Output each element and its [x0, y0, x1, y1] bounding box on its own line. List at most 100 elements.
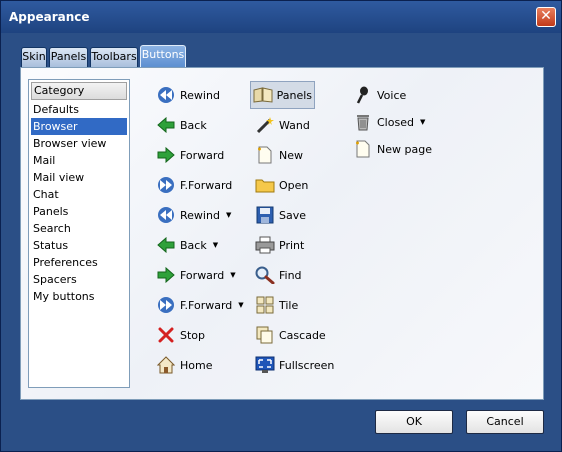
- printer-icon: [254, 234, 276, 256]
- tab-label: Skin: [22, 50, 46, 63]
- tab-panels[interactable]: Panels: [49, 47, 88, 67]
- window-title: Appearance: [9, 10, 90, 24]
- close-button[interactable]: ✕: [536, 7, 556, 27]
- rewind-icon: [155, 84, 177, 106]
- button-label: Find: [279, 268, 302, 282]
- category-item-spacers[interactable]: Spacers: [31, 271, 127, 288]
- button-label: Save: [279, 208, 307, 222]
- category-item-preferences[interactable]: Preferences: [31, 254, 127, 271]
- fast-forward-icon: [155, 174, 177, 196]
- cascade-icon: [254, 324, 276, 346]
- toolbar-button-wand[interactable]: Wand: [254, 112, 310, 138]
- button-label: F.Forward: [180, 298, 233, 312]
- toolbar-button-fast-forward-menu[interactable]: F.Forward ▼: [155, 292, 244, 318]
- title-bar[interactable]: Appearance ✕: [1, 1, 561, 33]
- button-label: Closed: [377, 115, 414, 129]
- tab-label: Panels: [50, 50, 87, 63]
- category-header[interactable]: Category: [31, 82, 127, 100]
- category-item-status[interactable]: Status: [31, 237, 127, 254]
- button-label: New: [279, 148, 303, 162]
- toolbar-button-save[interactable]: Save: [254, 202, 306, 228]
- close-icon: ✕: [540, 8, 552, 24]
- category-item-browser[interactable]: Browser: [31, 118, 127, 135]
- toolbar-button-panels[interactable]: Panels: [250, 81, 315, 109]
- button-label: Wand: [279, 118, 310, 132]
- forward-arrow-icon: [155, 264, 177, 286]
- category-item-panels[interactable]: Panels: [31, 203, 127, 220]
- tab-skin[interactable]: Skin: [21, 47, 47, 67]
- new-page-icon: [254, 144, 276, 166]
- appearance-dialog: Appearance ✕ Skin Panels Toolbars Button…: [0, 0, 562, 452]
- rewind-icon: [155, 204, 177, 226]
- category-item-chat[interactable]: Chat: [31, 186, 127, 203]
- toolbar-button-cascade[interactable]: Cascade: [254, 322, 326, 348]
- folder-icon: [254, 174, 276, 196]
- button-label: Back: [180, 118, 207, 132]
- toolbar-button-tile[interactable]: Tile: [254, 292, 298, 318]
- toolbar-button-rewind[interactable]: Rewind: [155, 82, 220, 108]
- back-arrow-icon: [155, 234, 177, 256]
- chevron-down-icon: ▼: [238, 301, 244, 309]
- toolbar-button-new-page[interactable]: New page: [352, 136, 432, 162]
- toolbar-button-back[interactable]: Back: [155, 112, 207, 138]
- category-list[interactable]: Category Defaults Browser Browser view M…: [28, 79, 130, 388]
- button-label: Forward: [180, 148, 225, 162]
- toolbar-button-closed[interactable]: Closed ▼: [352, 109, 425, 135]
- toolbar-button-voice[interactable]: Voice: [352, 82, 406, 108]
- cancel-button[interactable]: Cancel: [466, 410, 544, 434]
- toolbar-button-stop[interactable]: Stop: [155, 322, 205, 348]
- category-item-defaults[interactable]: Defaults: [31, 101, 127, 118]
- toolbar-button-find[interactable]: Find: [254, 262, 302, 288]
- ok-button[interactable]: OK: [375, 410, 453, 434]
- toolbar-button-back-menu[interactable]: Back ▼: [155, 232, 218, 258]
- tab-toolbars[interactable]: Toolbars: [90, 47, 138, 67]
- button-label: Open: [279, 178, 309, 192]
- button-label: Cascade: [279, 328, 326, 342]
- chevron-down-icon: ▼: [419, 118, 426, 126]
- category-item-browser-view[interactable]: Browser view: [31, 135, 127, 152]
- toolbar-button-fullscreen[interactable]: Fullscreen: [254, 352, 334, 378]
- home-icon: [155, 354, 177, 376]
- category-item-mail[interactable]: Mail: [31, 152, 127, 169]
- floppy-icon: [254, 204, 276, 226]
- fast-forward-icon: [155, 294, 177, 316]
- button-label: Voice: [377, 88, 407, 102]
- chevron-down-icon: ▼: [212, 241, 219, 249]
- toolbar-button-open[interactable]: Open: [254, 172, 308, 198]
- toolbar-button-home[interactable]: Home: [155, 352, 212, 378]
- chevron-down-icon: ▼: [230, 271, 236, 279]
- button-label: Stop: [180, 328, 206, 342]
- toolbar-button-print[interactable]: Print: [254, 232, 304, 258]
- magnifier-icon: [254, 264, 276, 286]
- toolbar-button-fast-forward[interactable]: F.Forward: [155, 172, 232, 198]
- trash-icon: [352, 111, 374, 133]
- toolbar-button-new[interactable]: New: [254, 142, 303, 168]
- button-label: Fullscreen: [279, 358, 335, 372]
- category-item-search[interactable]: Search: [31, 220, 127, 237]
- toolbar-button-forward[interactable]: Forward: [155, 142, 224, 168]
- category-item-mail-view[interactable]: Mail view: [31, 169, 127, 186]
- tile-icon: [254, 294, 276, 316]
- button-label: Rewind: [180, 88, 220, 102]
- tab-label: Buttons: [141, 48, 185, 61]
- button-label: Back: [180, 238, 207, 252]
- toolbar-button-forward-menu[interactable]: Forward ▼: [155, 262, 236, 288]
- tab-buttons[interactable]: Buttons: [140, 45, 186, 67]
- button-label: Home: [180, 358, 213, 372]
- back-arrow-icon: [155, 114, 177, 136]
- button-label: Panels: [276, 88, 312, 102]
- forward-arrow-icon: [155, 144, 177, 166]
- new-page-icon: [352, 138, 374, 160]
- category-item-my-buttons[interactable]: My buttons: [31, 288, 127, 305]
- panels-icon: [253, 84, 274, 106]
- button-label: Print: [279, 238, 305, 252]
- fullscreen-icon: [254, 354, 276, 376]
- tab-label: Toolbars: [91, 50, 137, 63]
- voice-icon: [352, 84, 374, 106]
- button-label: Tile: [279, 298, 299, 312]
- stop-icon: [155, 324, 177, 346]
- toolbar-button-rewind-menu[interactable]: Rewind ▼: [155, 202, 231, 228]
- button-label: Forward: [180, 268, 225, 282]
- button-label: New page: [377, 142, 432, 156]
- chevron-down-icon: ▼: [225, 211, 232, 219]
